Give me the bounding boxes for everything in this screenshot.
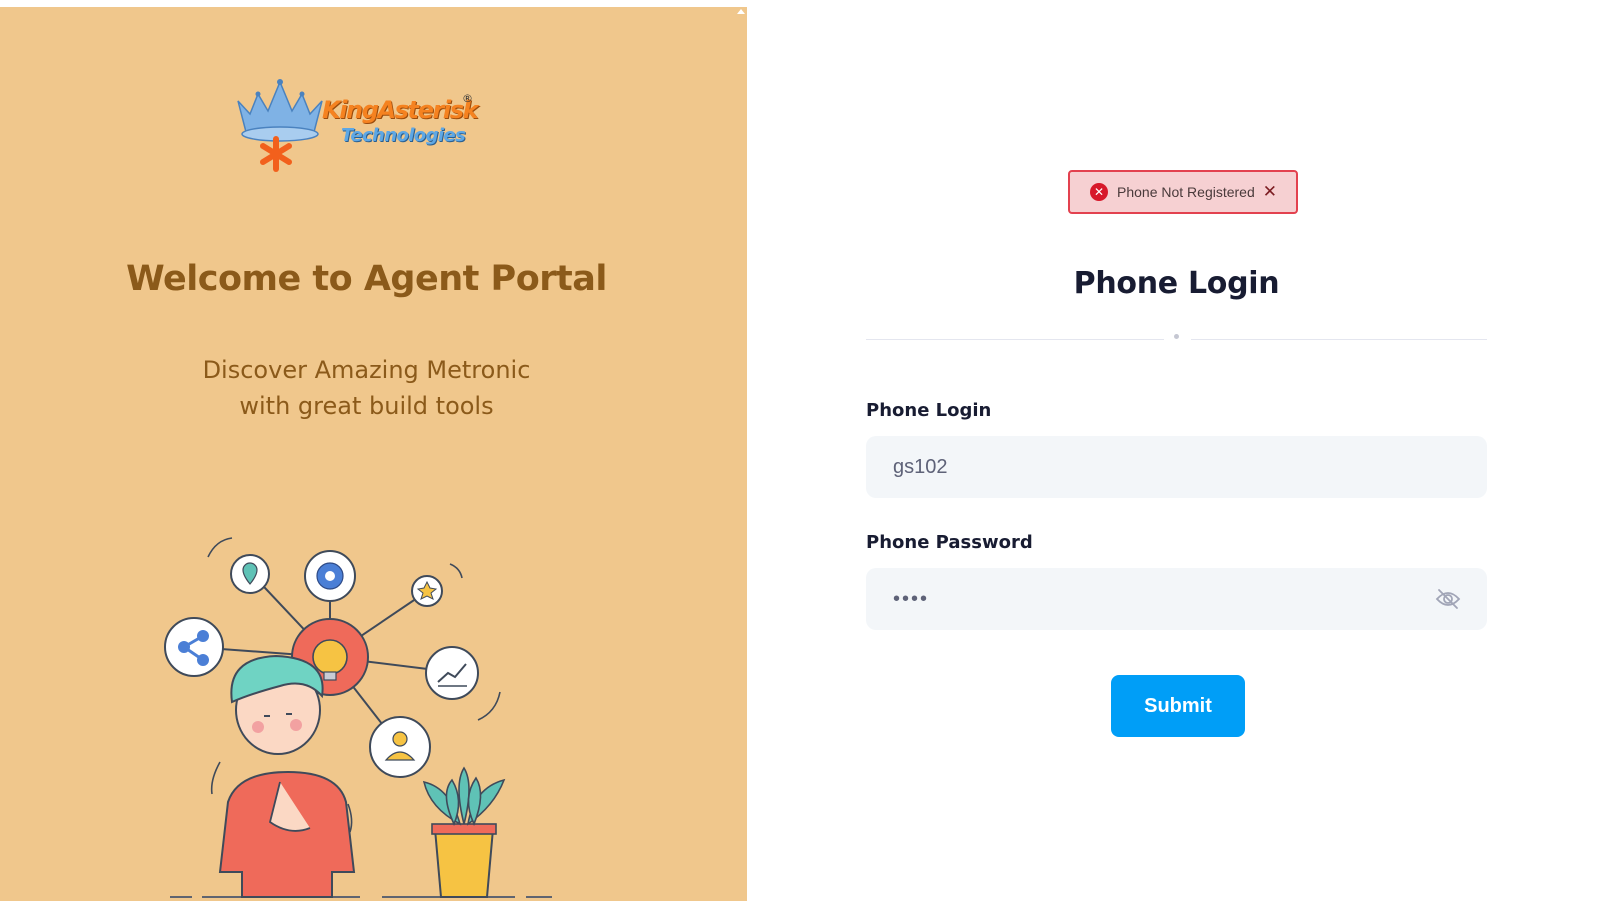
error-circle-icon: ✕ [1090, 183, 1108, 201]
registered-mark: ® [462, 92, 473, 105]
phone-password-label: Phone Password [866, 532, 1033, 553]
alert-message: Phone Not Registered [1117, 184, 1255, 200]
tagline: Discover Amazing Metronic with great bui… [0, 352, 733, 424]
close-icon: ✕ [1262, 181, 1278, 202]
phone-password-input[interactable] [866, 568, 1487, 630]
divider-right [1191, 339, 1487, 340]
divider-dot [1174, 334, 1179, 339]
scroll-up-arrow-icon[interactable] [737, 9, 745, 14]
welcome-title: Welcome to Agent Portal [126, 259, 607, 299]
tagline-line-1: Discover Amazing Metronic [202, 356, 531, 384]
brand-name-line2: Technologies [341, 125, 466, 146]
phone-login-input[interactable] [866, 436, 1487, 498]
crown-asterisk-icon [237, 79, 323, 172]
tagline-line-2: with great build tools [239, 392, 494, 420]
alert-close-button[interactable]: ✕ [1262, 181, 1278, 202]
login-page: KingAsterisk ® Technologies Welcome to A… [0, 0, 1600, 901]
page-title: Phone Login [1073, 266, 1280, 301]
brand-logo: KingAsterisk ® Technologies [236, 74, 479, 174]
submit-button[interactable]: Submit [1111, 675, 1245, 737]
eye-slash-icon[interactable] [1434, 585, 1462, 613]
aside-panel: KingAsterisk ® Technologies Welcome to A… [0, 7, 747, 901]
thinking-person-illustration [164, 537, 552, 898]
brand-name-line1: KingAsterisk [322, 96, 479, 124]
phone-login-label: Phone Login [866, 400, 992, 421]
divider-left [866, 339, 1164, 340]
error-alert: ✕ Phone Not Registered ✕ [1068, 170, 1298, 214]
